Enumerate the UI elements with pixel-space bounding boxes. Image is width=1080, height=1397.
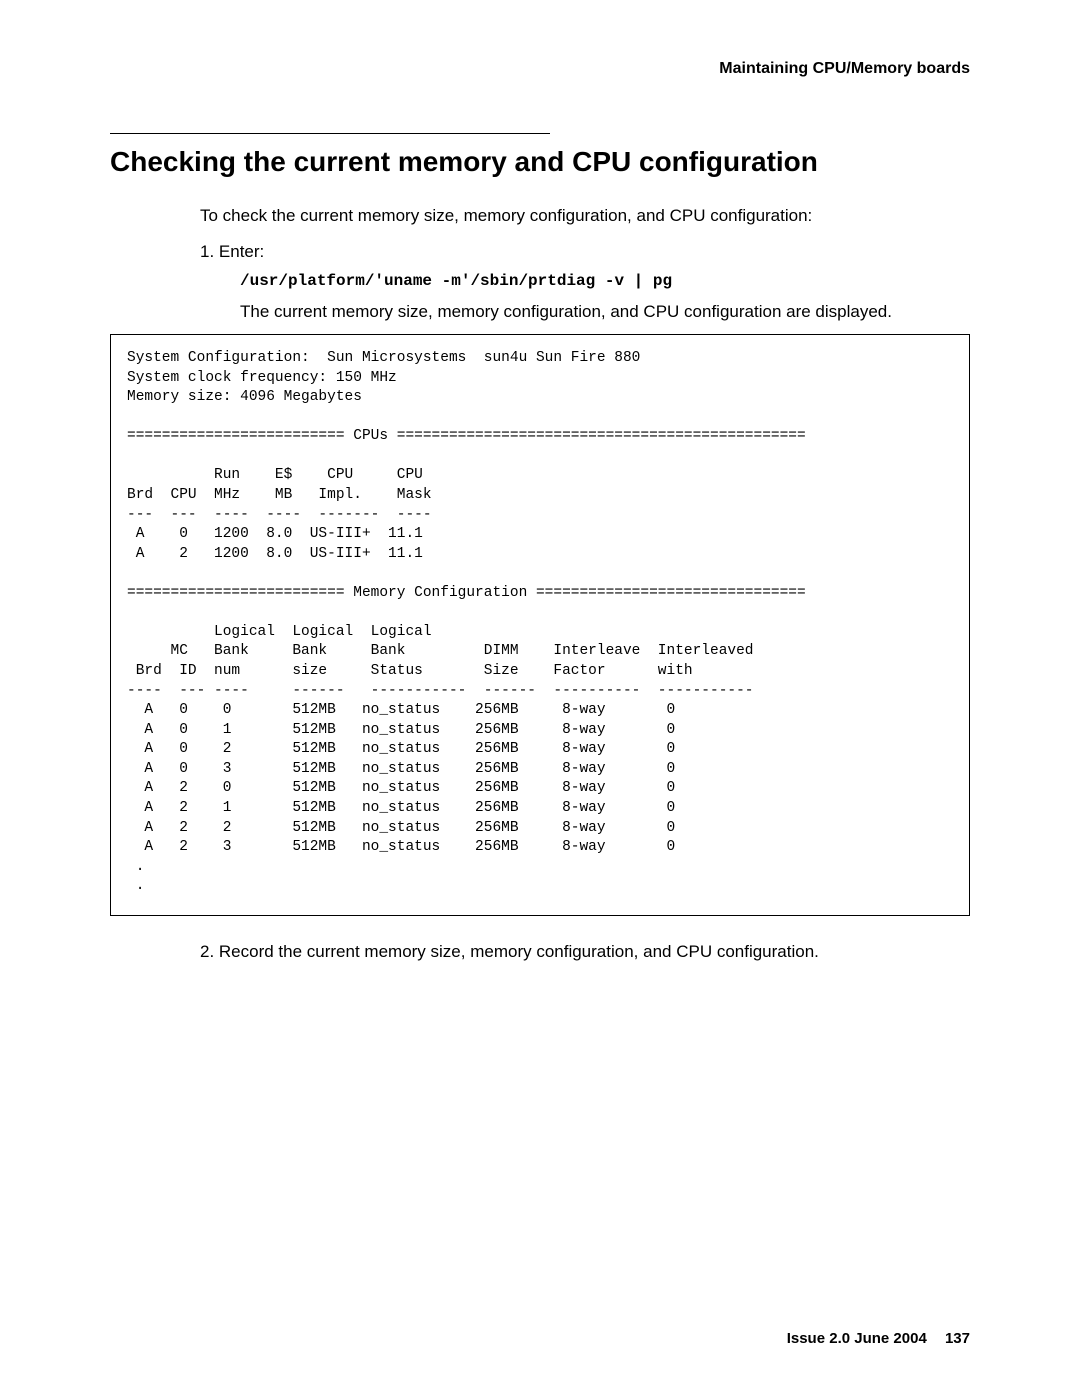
terminal-output: System Configuration: Sun Microsystems s… xyxy=(110,334,970,916)
page-number: 137 xyxy=(945,1330,970,1347)
step-1: 1. Enter: /usr/platform/'uname -m'/sbin/… xyxy=(200,242,970,322)
steps-list: 1. Enter: /usr/platform/'uname -m'/sbin/… xyxy=(200,242,970,322)
section-title: Maintaining CPU/Memory boards xyxy=(719,60,970,77)
step-2: 2. Record the current memory size, memor… xyxy=(200,942,970,962)
page-title: Checking the current memory and CPU conf… xyxy=(110,146,970,178)
page-footer: Issue 2.0 June 2004 137 xyxy=(787,1330,970,1347)
result-text: The current memory size, memory configur… xyxy=(240,302,970,322)
step-1-label: 1. Enter: xyxy=(200,242,970,262)
command-text: /usr/platform/'uname -m'/sbin/prtdiag -v… xyxy=(240,272,970,290)
page-header: Maintaining CPU/Memory boards xyxy=(110,60,970,78)
issue-label: Issue 2.0 June 2004 xyxy=(787,1330,927,1347)
title-rule xyxy=(110,133,550,134)
intro-text: To check the current memory size, memory… xyxy=(200,206,970,226)
